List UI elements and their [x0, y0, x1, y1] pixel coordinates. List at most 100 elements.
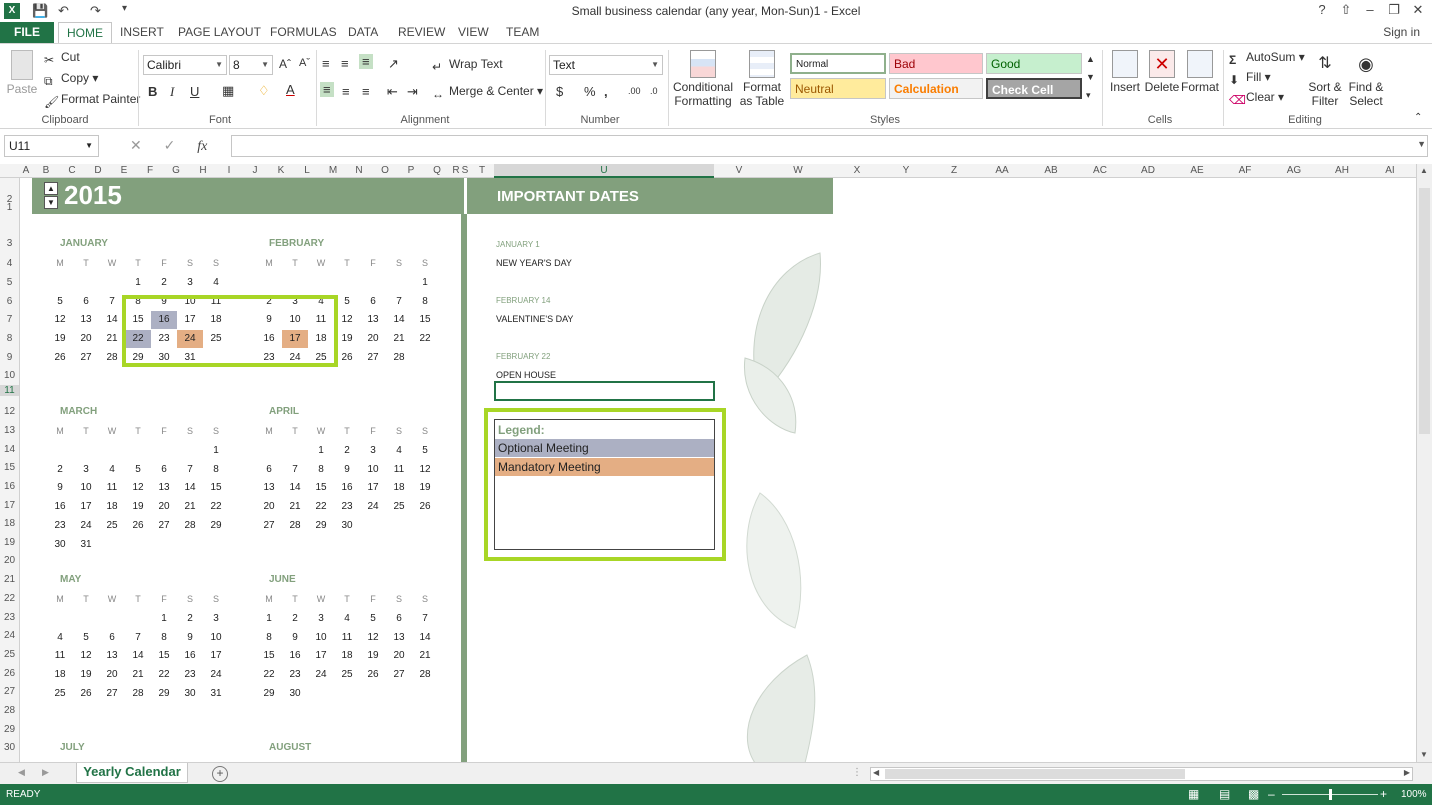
calendar-day[interactable]: 27: [360, 349, 386, 367]
style-normal[interactable]: Normal: [790, 53, 886, 74]
scroll-up-icon[interactable]: ▲: [1420, 166, 1428, 175]
row-header-6[interactable]: 6: [0, 296, 19, 307]
row-header-28[interactable]: 28: [0, 705, 19, 716]
calendar-day[interactable]: 20: [99, 666, 125, 684]
calendar-day[interactable]: 5: [360, 610, 386, 628]
calendar-day[interactable]: 11: [386, 461, 412, 479]
column-header-f[interactable]: F: [137, 164, 163, 178]
calendar-day[interactable]: 19: [360, 647, 386, 665]
align-center-icon[interactable]: ≡: [342, 84, 350, 99]
spin-up-icon[interactable]: ▲: [44, 182, 58, 195]
calendar-day[interactable]: 24: [73, 517, 99, 535]
calendar-day[interactable]: 30: [282, 685, 308, 703]
calendar-day[interactable]: 23: [47, 517, 73, 535]
increase-font-icon[interactable]: Aˆ: [279, 57, 291, 71]
calendar-day[interactable]: 30: [177, 685, 203, 703]
calendar-day[interactable]: 17: [308, 647, 334, 665]
calendar-day[interactable]: 22: [256, 666, 282, 684]
calendar-day[interactable]: 13: [99, 647, 125, 665]
selected-cell[interactable]: [494, 381, 715, 401]
spin-down-icon[interactable]: ▼: [44, 196, 58, 209]
calendar-day[interactable]: 26: [412, 498, 438, 516]
normal-view-icon[interactable]: ▦: [1188, 787, 1199, 801]
calendar-day[interactable]: 12: [125, 479, 151, 497]
calendar-day[interactable]: 30: [47, 536, 73, 554]
calendar-day[interactable]: 18: [99, 498, 125, 516]
calendar-day[interactable]: 3: [203, 610, 229, 628]
row-header-9[interactable]: 9: [0, 352, 19, 363]
row-header-26[interactable]: 26: [0, 668, 19, 679]
row-header-23[interactable]: 23: [0, 612, 19, 623]
calendar-day[interactable]: 31: [203, 685, 229, 703]
calendar-day[interactable]: 20: [73, 330, 99, 348]
comma-button[interactable]: ,: [604, 84, 608, 99]
column-header-s[interactable]: S: [461, 164, 469, 178]
column-header-w[interactable]: W: [773, 164, 823, 178]
merge-center-button[interactable]: ↔ Merge & Center ▾: [432, 84, 543, 101]
column-header-j[interactable]: J: [242, 164, 268, 178]
calendar-day[interactable]: 8: [308, 461, 334, 479]
column-header-ad[interactable]: AD: [1124, 164, 1172, 178]
scroll-right-icon[interactable]: ▶: [1404, 768, 1410, 777]
calendar-day[interactable]: 7: [386, 293, 412, 311]
calendar-day[interactable]: 5: [412, 442, 438, 460]
styles-scroll-up-icon[interactable]: ▲: [1086, 54, 1095, 64]
column-header-l[interactable]: L: [294, 164, 320, 178]
column-header-ab[interactable]: AB: [1027, 164, 1075, 178]
column-header-t[interactable]: T: [474, 164, 490, 178]
style-good[interactable]: Good: [986, 53, 1082, 74]
calendar-day[interactable]: 11: [334, 629, 360, 647]
calendar-day[interactable]: 12: [47, 311, 73, 329]
calendar-day[interactable]: 10: [308, 629, 334, 647]
calendar-day[interactable]: 15: [151, 647, 177, 665]
calendar-day[interactable]: 31: [73, 536, 99, 554]
find-select-button[interactable]: ◉ Find & Select: [1346, 50, 1386, 108]
calendar-day[interactable]: 9: [282, 629, 308, 647]
column-header-m[interactable]: M: [320, 164, 346, 178]
column-header-z[interactable]: Z: [930, 164, 978, 178]
tab-page-layout[interactable]: PAGE LAYOUT: [170, 22, 269, 44]
calendar-day[interactable]: 15: [308, 479, 334, 497]
tab-insert[interactable]: INSERT: [112, 22, 172, 44]
add-sheet-icon[interactable]: +: [212, 766, 228, 782]
row-header-19[interactable]: 19: [0, 537, 19, 548]
tab-formulas[interactable]: FORMULAS: [262, 22, 345, 44]
ribbon-display-icon[interactable]: ⇧: [1334, 2, 1358, 18]
calendar-day[interactable]: 11: [99, 479, 125, 497]
italic-button[interactable]: I: [170, 84, 174, 100]
calendar-day[interactable]: 8: [256, 629, 282, 647]
calendar-day[interactable]: 21: [412, 647, 438, 665]
calendar-day[interactable]: 8: [412, 293, 438, 311]
calendar-day[interactable]: 13: [151, 479, 177, 497]
column-header-i[interactable]: I: [216, 164, 242, 178]
year-spinner[interactable]: ▲ ▼: [44, 182, 58, 210]
calendar-day[interactable]: 28: [282, 517, 308, 535]
calendar-day[interactable]: 8: [203, 461, 229, 479]
column-header-ae[interactable]: AE: [1173, 164, 1221, 178]
calendar-day[interactable]: 19: [412, 479, 438, 497]
row-header-17[interactable]: 17: [0, 500, 19, 511]
align-top-icon[interactable]: ≡: [322, 56, 330, 71]
sign-in-link[interactable]: Sign in: [1383, 25, 1420, 39]
column-header-x[interactable]: X: [833, 164, 881, 178]
calendar-day[interactable]: 22: [203, 498, 229, 516]
fill-color-icon[interactable]: ♢: [258, 83, 270, 99]
row-header-14[interactable]: 14: [0, 444, 19, 455]
column-header-p[interactable]: P: [398, 164, 424, 178]
column-header-aa[interactable]: AA: [978, 164, 1026, 178]
row-header-21[interactable]: 21: [0, 574, 19, 585]
row-header-27[interactable]: 27: [0, 686, 19, 697]
zoom-slider-thumb[interactable]: [1329, 789, 1332, 800]
tab-review[interactable]: REVIEW: [390, 22, 453, 44]
calendar-day[interactable]: 9: [177, 629, 203, 647]
calendar-day[interactable]: 26: [73, 685, 99, 703]
calendar-day[interactable]: 20: [386, 647, 412, 665]
copy-button[interactable]: ⧉ Copy ▾: [44, 71, 98, 88]
column-header-ah[interactable]: AH: [1318, 164, 1366, 178]
column-header-q[interactable]: Q: [424, 164, 450, 178]
calendar-day[interactable]: 14: [177, 479, 203, 497]
calendar-day[interactable]: 20: [256, 498, 282, 516]
column-header-h[interactable]: H: [190, 164, 216, 178]
event-name[interactable]: NEW YEAR'S DAY: [496, 258, 572, 268]
column-header-a[interactable]: A: [21, 164, 31, 178]
